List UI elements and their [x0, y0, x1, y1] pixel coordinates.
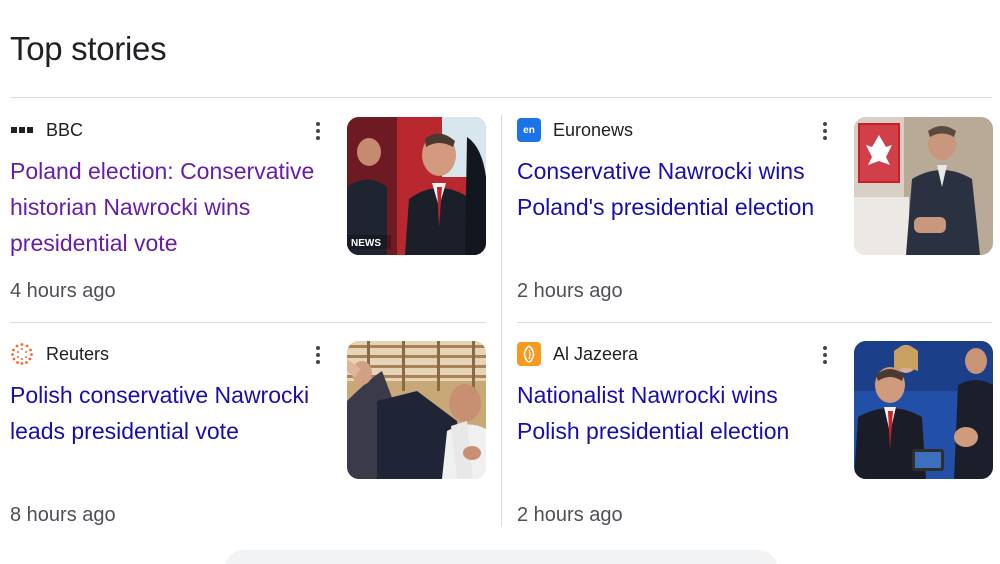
reuters-icon — [10, 342, 34, 366]
source-name: BBC — [46, 119, 84, 140]
story-card-euronews[interactable]: en Euronews Conservative Nawrocki wins P… — [517, 115, 993, 305]
story-source[interactable]: en Euronews — [517, 118, 633, 142]
section-title: Top stories — [10, 30, 167, 67]
story-timestamp: 8 hours ago — [10, 504, 116, 526]
thumb-caption: NEWS — [351, 238, 381, 249]
more-news-button[interactable] — [224, 550, 778, 564]
column-divider — [501, 115, 502, 527]
story-source[interactable]: Al Jazeera — [517, 342, 638, 366]
story-source[interactable]: Reuters — [10, 342, 109, 366]
story-thumbnail[interactable] — [347, 341, 486, 479]
story-thumbnail[interactable] — [854, 117, 993, 255]
story-timestamp: 2 hours ago — [517, 280, 623, 302]
story-card-bbc[interactable]: BBC Poland election: Conservative histor… — [10, 115, 486, 305]
source-name: Reuters — [46, 343, 110, 364]
story-thumbnail[interactable] — [854, 341, 993, 479]
story-headline[interactable]: Nationalist Nawrocki wins Polish preside… — [517, 377, 842, 449]
story-thumbnail[interactable]: NEWS — [347, 117, 486, 255]
more-options-icon[interactable] — [817, 119, 833, 143]
story-card-reuters[interactable]: Reuters Polish conservative Nawrocki lea… — [10, 339, 486, 529]
row-divider-left — [10, 322, 486, 323]
bbc-blocks-icon — [10, 118, 34, 142]
story-timestamp: 2 hours ago — [517, 504, 623, 526]
story-headline[interactable]: Conservative Nawrocki wins Poland's pres… — [517, 153, 842, 225]
al-jazeera-icon — [517, 342, 541, 366]
story-timestamp: 4 hours ago — [10, 280, 116, 302]
story-headline[interactable]: Polish conservative Nawrocki leads presi… — [10, 377, 335, 449]
more-options-icon[interactable] — [310, 343, 326, 367]
story-headline[interactable]: Poland election: Conservative historian … — [10, 153, 335, 261]
more-options-icon[interactable] — [817, 343, 833, 367]
row-divider-right — [517, 322, 992, 323]
euronews-icon: en — [517, 118, 541, 142]
story-card-al-jazeera[interactable]: Al Jazeera Nationalist Nawrocki wins Pol… — [517, 339, 993, 529]
top-stories-page: Top stories BBC Poland election: Conserv… — [0, 0, 1000, 564]
story-source[interactable]: BBC — [10, 118, 83, 142]
section-divider — [10, 97, 992, 98]
source-name: Euronews — [553, 119, 634, 140]
source-name: Al Jazeera — [553, 343, 639, 364]
more-options-icon[interactable] — [310, 119, 326, 143]
